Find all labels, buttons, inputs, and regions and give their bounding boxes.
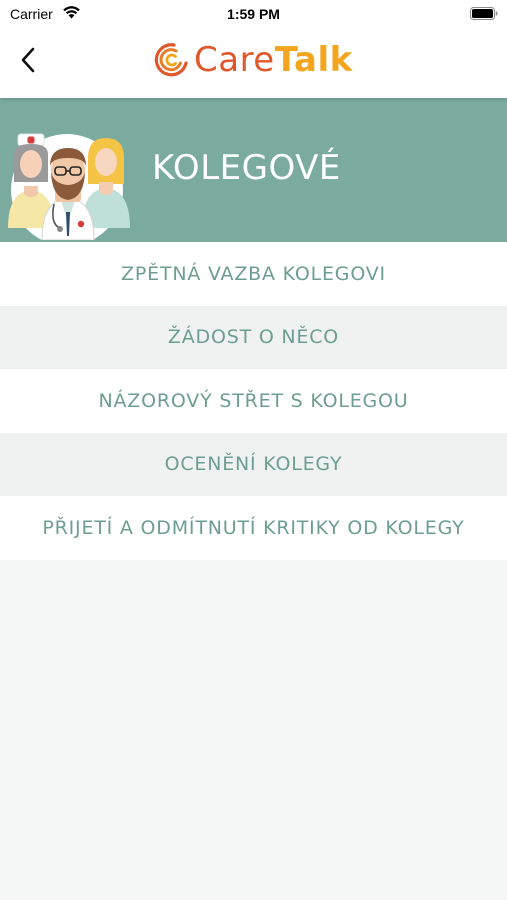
caretalk-logo: CareTalk	[152, 40, 353, 80]
menu-item-appreciation[interactable]: OCENĚNÍ KOLEGY	[0, 432, 507, 496]
menu-item-label: ŽÁDOST O NĚCO	[167, 326, 340, 349]
page-title: KOLEGOVÉ	[152, 148, 341, 188]
back-button[interactable]	[12, 44, 44, 76]
navigation-bar: CareTalk	[0, 28, 507, 98]
menu-item-conflict[interactable]: NÁZOROVÝ STŘET S KOLEGOU	[0, 369, 507, 433]
logo-text: CareTalk	[194, 40, 353, 80]
menu-item-criticism[interactable]: PŘIJETÍ A ODMÍTNUTÍ KRITIKY OD KOLEGY	[0, 496, 507, 560]
category-banner: KOLEGOVÉ	[0, 98, 507, 242]
menu-item-label: OCENĚNÍ KOLEGY	[164, 453, 343, 476]
menu-item-label: PŘIJETÍ A ODMÍTNUTÍ KRITIKY OD KOLEGY	[42, 516, 465, 539]
logo-text-talk: Talk	[274, 40, 353, 80]
status-time: 1:59 PM	[227, 6, 280, 22]
status-bar: Carrier 1:59 PM	[0, 0, 507, 28]
chevron-left-icon	[21, 47, 35, 73]
logo-text-care: Care	[194, 40, 275, 80]
logo-mark-icon	[154, 43, 188, 77]
menu-item-label: NÁZOROVÝ STŘET S KOLEGOU	[98, 389, 409, 412]
menu-item-label: ZPĚTNÁ VAZBA KOLEGOVI	[121, 262, 386, 285]
colleagues-illustration	[8, 133, 130, 240]
menu-item-feedback[interactable]: ZPĚTNÁ VAZBA KOLEGOVI	[0, 242, 507, 306]
screen: Carrier 1:59 PM CareTalk KOLEGOVÉ ZPĚTNÁ…	[0, 0, 507, 900]
topic-list: ZPĚTNÁ VAZBA KOLEGOVI ŽÁDOST O NĚCO NÁZO…	[0, 242, 507, 560]
menu-item-request[interactable]: ŽÁDOST O NĚCO	[0, 305, 507, 369]
battery-icon	[470, 7, 498, 20]
